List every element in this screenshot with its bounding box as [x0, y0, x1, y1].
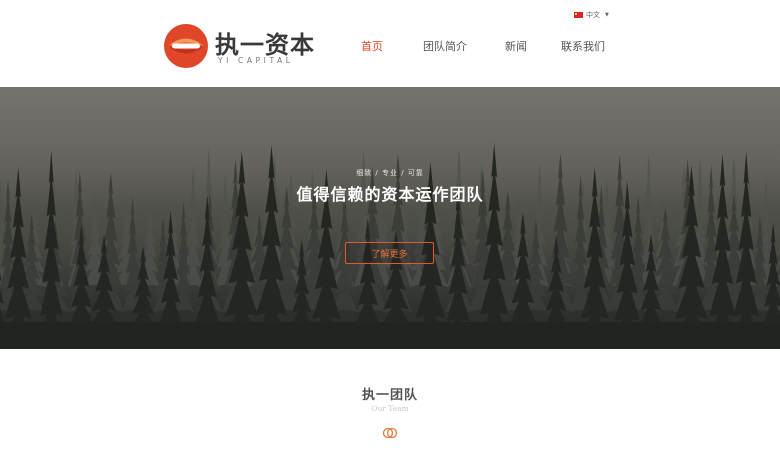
- linked-rings-icon: [382, 427, 398, 439]
- logo[interactable]: 执一资本 YI CAPITAL: [162, 22, 315, 70]
- team-section-subtitle: Our Team: [371, 404, 409, 413]
- learn-more-button[interactable]: 了解更多: [345, 242, 434, 264]
- china-flag-icon: [574, 12, 583, 18]
- logo-name-cn: 执一资本: [215, 30, 315, 59]
- hero-banner: 细致 / 专业 / 可靠 值得信赖的资本运作团队 了解更多: [0, 87, 780, 349]
- caret-down-icon: ▼: [605, 12, 609, 18]
- nav-item-news[interactable]: 新闻: [505, 38, 527, 54]
- site-header: 执一资本 YI CAPITAL 中文 ▼ 首页 团队简介 新闻 联系我们: [0, 0, 780, 87]
- nav-item-home[interactable]: 首页: [361, 38, 383, 54]
- forest-background-image: [0, 87, 780, 349]
- hero-tagline: 细致 / 专业 / 可靠: [356, 169, 424, 177]
- language-label: 中文: [586, 11, 600, 19]
- hero-title: 值得信赖的资本运作团队: [296, 185, 484, 204]
- logo-icon: [164, 24, 208, 68]
- nav-item-contact[interactable]: 联系我们: [561, 38, 605, 54]
- logo-name-en: YI CAPITAL: [218, 56, 294, 65]
- nav-item-team-intro[interactable]: 团队简介: [423, 38, 467, 54]
- language-switcher[interactable]: 中文 ▼: [574, 9, 609, 21]
- team-section-title: 执一团队: [361, 388, 418, 403]
